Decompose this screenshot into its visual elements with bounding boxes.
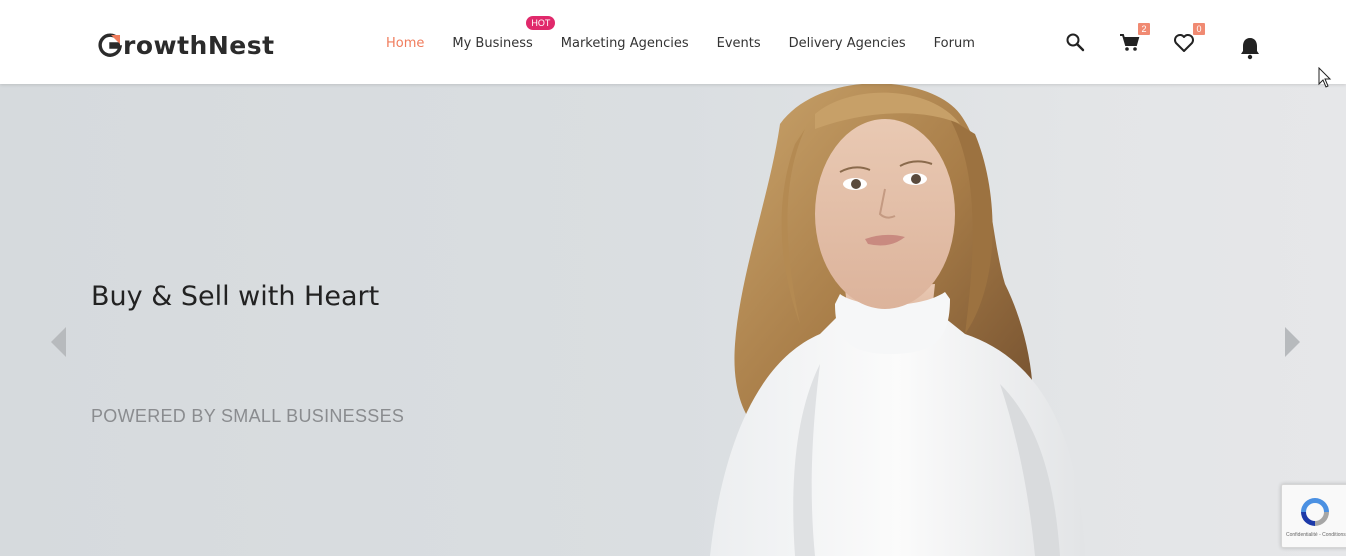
logo-mark-icon	[98, 33, 122, 57]
hero-subtitle: POWERED BY SMALL BUSINESSES	[91, 406, 405, 426]
hero-model-image	[710, 84, 1085, 556]
recaptcha-icon	[1301, 498, 1329, 526]
site-header: rowthNest Home My Business HOT Marketing…	[0, 0, 1346, 84]
bell-icon[interactable]	[1239, 36, 1261, 65]
hot-badge: HOT	[526, 15, 556, 30]
nav-item-delivery-agencies[interactable]: Delivery Agencies	[789, 36, 906, 51]
recaptcha-badge[interactable]: Confidentialité - Conditions	[1281, 484, 1346, 548]
nav-item-label: My Business	[452, 35, 533, 51]
nav-item-events[interactable]: Events	[717, 36, 761, 51]
brand-name: rowthNest	[123, 30, 275, 60]
hero-title: Buy & Sell with Heart	[91, 281, 380, 312]
recaptcha-footer[interactable]: Confidentialité - Conditions	[1286, 532, 1346, 538]
nav-item-home[interactable]: Home	[386, 36, 424, 51]
hero-slider: Buy & Sell with Heart POWERED BY SMALL B…	[0, 84, 1346, 556]
nav-item-marketing-agencies[interactable]: Marketing Agencies	[561, 36, 689, 51]
brand-logo[interactable]: rowthNest	[98, 28, 275, 62]
nav-item-forum[interactable]: Forum	[934, 36, 975, 51]
cart-count-badge: 2	[1138, 23, 1150, 35]
next-slide-arrow-icon[interactable]	[1285, 327, 1300, 357]
main-nav: Home My Business HOT Marketing Agencies …	[386, 15, 1003, 52]
nav-item-my-business[interactable]: My Business HOT	[452, 15, 556, 51]
wishlist-button[interactable]: 0	[1173, 23, 1205, 55]
wishlist-count-badge: 0	[1193, 23, 1205, 35]
search-icon[interactable]	[1065, 32, 1085, 57]
heart-icon	[1174, 34, 1194, 52]
cart-icon	[1120, 34, 1140, 51]
prev-slide-arrow-icon[interactable]	[51, 327, 66, 357]
mouse-cursor-icon	[1318, 67, 1332, 88]
cart-button[interactable]: 2	[1119, 23, 1150, 54]
